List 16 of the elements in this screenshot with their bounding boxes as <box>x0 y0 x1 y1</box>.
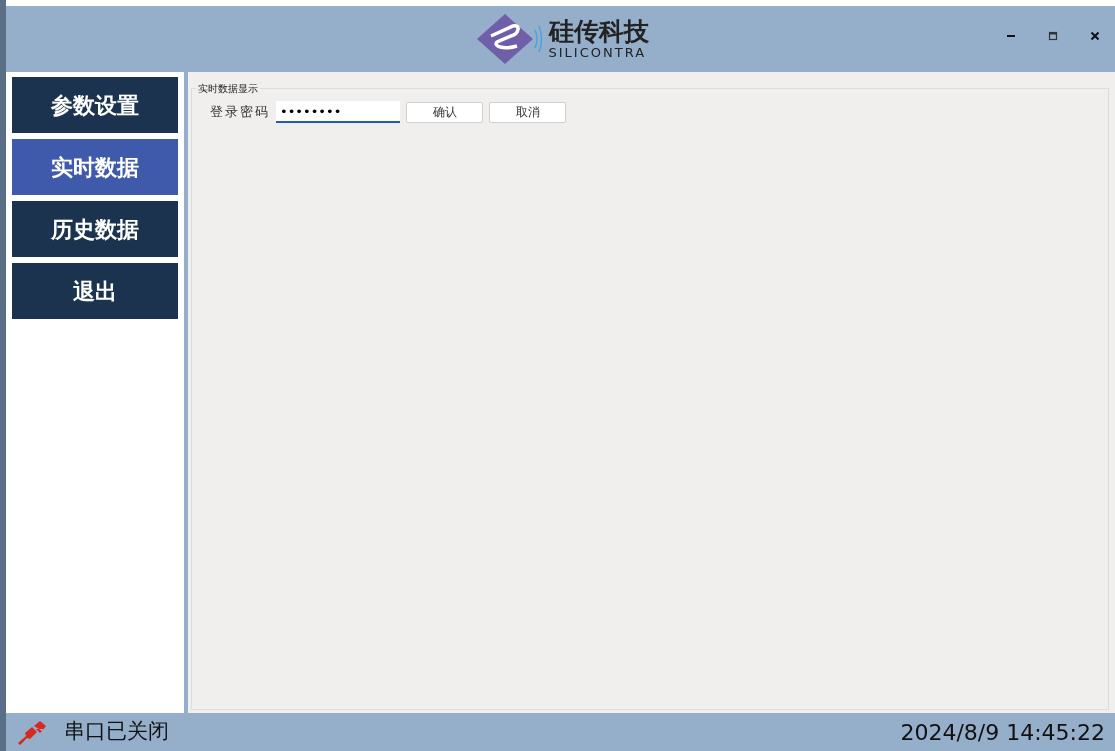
sidebar-item[interactable]: 退出 <box>12 263 178 319</box>
sidebar-item[interactable]: 参数设置 <box>12 77 178 133</box>
brand-name: 硅传科技 <box>548 19 649 44</box>
group-title: 实时数据显示 <box>196 81 260 96</box>
datetime: 2024/8/9 14:45:22 <box>900 718 1105 747</box>
close-icon <box>1089 30 1101 42</box>
sidebar-item[interactable]: 实时数据 <box>12 139 178 195</box>
confirm-button[interactable]: 确认 <box>406 101 483 123</box>
serial-status: 串口已关闭 <box>64 718 169 746</box>
sidebar-item[interactable]: 历史数据 <box>12 201 178 257</box>
maximize-icon <box>1047 30 1059 42</box>
password-field[interactable]: •••••••• <box>276 101 400 123</box>
brand-subtitle: SILICONTRA <box>548 46 648 59</box>
cancel-button[interactable]: 取消 <box>489 101 566 123</box>
password-label: 登录密码 <box>210 103 270 122</box>
minimize-icon <box>1007 35 1015 37</box>
